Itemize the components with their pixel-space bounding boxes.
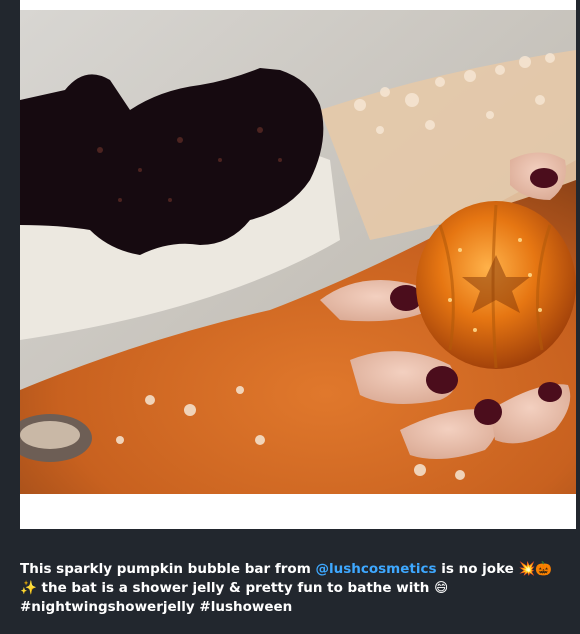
caption-text-2: is no joke [436,561,519,577]
bath-photo-illustration [20,10,576,494]
photo-frame [20,0,576,529]
post-caption: This sparkly pumpkin bubble bar from @lu… [20,560,565,617]
caption-text-1: This sparkly pumpkin bubble bar from [20,561,316,577]
pumpkin-bubble-bar [416,201,576,369]
grin-emoji-icon: 😄 [434,580,449,596]
post-card: This sparkly pumpkin bubble bar from @lu… [0,0,580,634]
post-photo[interactable] [20,10,576,494]
caption-text-3: the bat is a shower jelly & pretty fun t… [36,580,435,596]
caption-hashtags[interactable]: #nightwingshowerjelly #lushoween [20,599,292,615]
mention-link[interactable]: @lushcosmetics [315,561,436,577]
